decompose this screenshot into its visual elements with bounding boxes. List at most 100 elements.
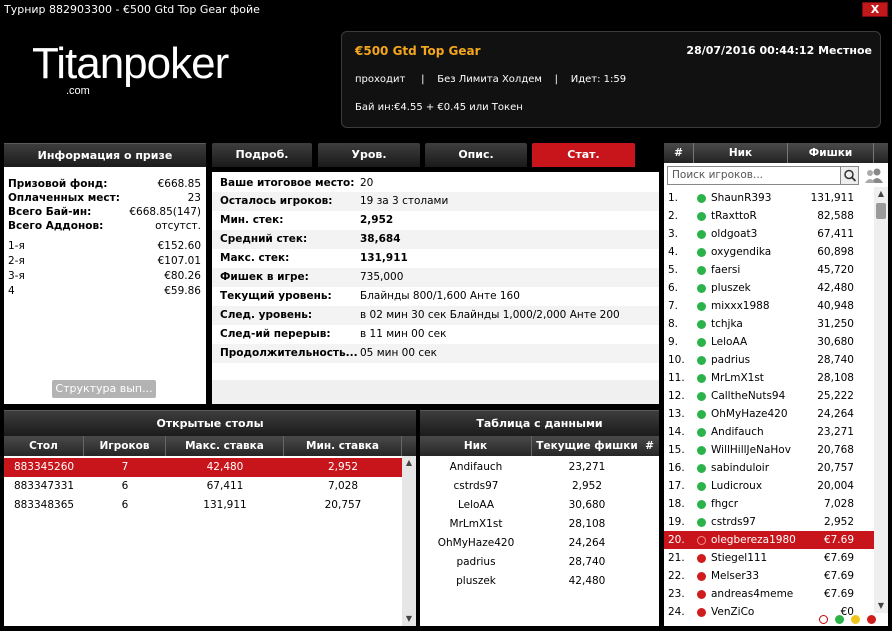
player-row[interactable]: 14. Andifauch 23,271 bbox=[664, 423, 874, 441]
player-rank: 5. bbox=[668, 264, 679, 276]
col-players[interactable]: Игроков bbox=[84, 436, 166, 456]
buddies-button[interactable] bbox=[862, 166, 886, 185]
search-icon bbox=[844, 169, 857, 182]
scroll-thumb[interactable] bbox=[876, 203, 886, 219]
player-row[interactable]: 13. OhMyHaze420 24,264 bbox=[664, 405, 874, 423]
data-row[interactable]: MrLmX1st 28,108 bbox=[420, 515, 659, 534]
player-row[interactable]: 7. mixxx1988 40,948 bbox=[664, 297, 874, 315]
player-chips: 23,271 bbox=[817, 426, 854, 438]
player-row[interactable]: 5. faersi 45,720 bbox=[664, 261, 874, 279]
player-row[interactable]: 21. Stiegel111 €7.69 bbox=[664, 549, 874, 567]
player-row[interactable]: 1. ShaunR393 131,911 bbox=[664, 189, 874, 207]
player-status-icon bbox=[697, 410, 706, 419]
player-rank: 15. bbox=[668, 444, 685, 456]
stat-row: Мин. стек: 2,952 bbox=[212, 211, 659, 230]
player-chips: 82,588 bbox=[817, 210, 854, 222]
player-nick: Ludicroux bbox=[711, 480, 763, 492]
player-rank: 18. bbox=[668, 498, 685, 510]
col-nick[interactable]: Ник bbox=[420, 436, 532, 456]
player-rank: 9. bbox=[668, 336, 679, 348]
stat-row: Осталось игроков: 19 за 3 столами bbox=[212, 192, 659, 211]
window-title: Турнир 882903300 - €500 Gtd Top Gear фой… bbox=[4, 3, 260, 16]
stat-row: След-ий перерыв: в 11 мин 00 сек bbox=[212, 325, 659, 344]
player-chips: €7.69 bbox=[823, 534, 854, 546]
table-row[interactable]: 883345260 7 42,480 2,952 bbox=[4, 458, 402, 477]
data-table-panel: Таблица с данными Ник Текущие фишки # An… bbox=[420, 410, 659, 626]
player-status-icon bbox=[697, 446, 706, 455]
player-row[interactable]: 12. CalltheNuts94 25,222 bbox=[664, 387, 874, 405]
player-nick: WillHillJeNaHov bbox=[711, 444, 791, 456]
player-row[interactable]: 17. Ludicroux 20,004 bbox=[664, 477, 874, 495]
player-rank: 1. bbox=[668, 192, 679, 204]
player-status-icon bbox=[697, 608, 706, 617]
player-row[interactable]: 16. sabinduloir 20,757 bbox=[664, 459, 874, 477]
data-row[interactable]: OhMyHaze420 24,264 bbox=[420, 534, 659, 553]
players-scrollbar[interactable]: ▲ ▼ bbox=[874, 187, 888, 613]
stats-panel: Ваше итоговое место: 20 Осталось игроков:… bbox=[212, 172, 659, 404]
scroll-down-icon[interactable]: ▼ bbox=[402, 612, 416, 626]
player-status-icon bbox=[697, 266, 706, 275]
player-row[interactable]: 11. MrLmX1st 28,108 bbox=[664, 369, 874, 387]
col-player-nick[interactable]: Ник bbox=[694, 143, 788, 163]
player-row[interactable]: 8. tchjka 31,250 bbox=[664, 315, 874, 333]
scroll-up-icon[interactable]: ▲ bbox=[874, 187, 888, 201]
player-rank: 7. bbox=[668, 300, 679, 312]
tab-details[interactable]: Подроб. bbox=[212, 143, 312, 167]
player-status-icon bbox=[697, 320, 706, 329]
player-rank: 17. bbox=[668, 480, 685, 492]
scroll-up-icon[interactable]: ▲ bbox=[402, 456, 416, 470]
player-nick: mixxx1988 bbox=[711, 300, 770, 312]
search-button[interactable] bbox=[840, 167, 858, 184]
data-row[interactable]: padrius 28,740 bbox=[420, 553, 659, 572]
scroll-down-icon[interactable]: ▼ bbox=[874, 599, 888, 613]
col-player-rank[interactable]: # bbox=[664, 143, 694, 163]
tab-description[interactable]: Опис. bbox=[425, 143, 527, 167]
col-player-chips[interactable]: Фишки bbox=[788, 143, 874, 163]
player-rank: 21. bbox=[668, 552, 685, 564]
player-nick: andreas4meme bbox=[711, 588, 794, 600]
data-row[interactable]: pluszek 42,480 bbox=[420, 572, 659, 591]
player-row[interactable]: 6. pluszek 42,480 bbox=[664, 279, 874, 297]
player-nick: ShaunR393 bbox=[711, 192, 772, 204]
player-row[interactable]: 9. LeloAA 30,680 bbox=[664, 333, 874, 351]
player-row[interactable]: 23. andreas4meme €7.69 bbox=[664, 585, 874, 603]
table-row[interactable]: 883347331 6 67,411 7,028 bbox=[4, 477, 402, 496]
col-min-stake[interactable]: Мин. ставка bbox=[284, 436, 402, 456]
prize-place-row: 1-я €152.60 bbox=[8, 240, 201, 252]
close-button[interactable]: X bbox=[862, 2, 888, 17]
player-search-input[interactable]: Поиск игроков... bbox=[667, 166, 859, 185]
player-row[interactable]: 19. cstrds97 2,952 bbox=[664, 513, 874, 531]
player-row[interactable]: 3. oldgoat3 67,411 bbox=[664, 225, 874, 243]
stat-row: Фишек в игре: 735,000 bbox=[212, 268, 659, 287]
player-rank: 23. bbox=[668, 588, 685, 600]
stat-row: Текущий уровень: Блайнды 800/1,600 Анте 1… bbox=[212, 287, 659, 306]
col-max-stake[interactable]: Макс. ставка bbox=[166, 436, 284, 456]
tab-levels[interactable]: Уров. bbox=[318, 143, 420, 167]
player-row[interactable]: 2. tRaxttoR 82,588 bbox=[664, 207, 874, 225]
players-header: # Ник Фишки bbox=[664, 143, 888, 163]
col-table[interactable]: Стол bbox=[4, 436, 84, 456]
data-row[interactable]: LeloAA 30,680 bbox=[420, 496, 659, 515]
data-row[interactable]: cstrds97 2,952 bbox=[420, 477, 659, 496]
col-current-chips[interactable]: Текущие фишки bbox=[532, 436, 642, 456]
data-row[interactable]: Andifauch 23,271 bbox=[420, 458, 659, 477]
player-nick: olegbereza1980 bbox=[711, 534, 796, 546]
player-chips: 45,720 bbox=[817, 264, 854, 276]
stats-footer bbox=[212, 380, 659, 404]
player-nick: CalltheNuts94 bbox=[711, 390, 786, 402]
tab-stats[interactable]: Стат. bbox=[532, 143, 635, 167]
player-row[interactable]: 4. oxygendika 60,898 bbox=[664, 243, 874, 261]
col-rank[interactable]: # bbox=[640, 436, 659, 456]
player-row[interactable]: 20. olegbereza1980 €7.69 bbox=[664, 531, 874, 549]
table-row[interactable]: 883348365 6 131,911 20,757 bbox=[4, 496, 402, 515]
open-tables-scrollbar[interactable]: ▲ ▼ bbox=[402, 456, 416, 626]
player-rank: 12. bbox=[668, 390, 685, 402]
player-nick: OhMyHaze420 bbox=[711, 408, 788, 420]
player-row[interactable]: 18. fhgcr 7,028 bbox=[664, 495, 874, 513]
payout-structure-button[interactable]: Структура вып... bbox=[52, 380, 156, 398]
player-row[interactable]: 22. Melser33 €7.69 bbox=[664, 567, 874, 585]
player-nick: tRaxttoR bbox=[711, 210, 757, 222]
player-row[interactable]: 15. WillHillJeNaHov 20,768 bbox=[664, 441, 874, 459]
player-rank: 14. bbox=[668, 426, 685, 438]
player-row[interactable]: 10. padrius 28,740 bbox=[664, 351, 874, 369]
